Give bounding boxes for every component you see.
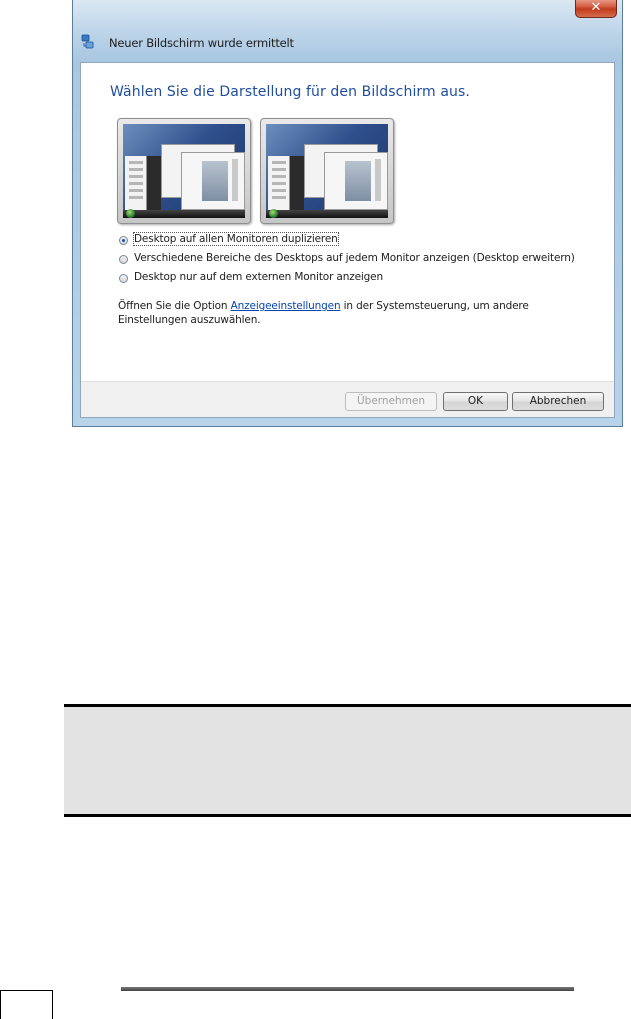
dialog-content: Wählen Sie die Darstellung für den Bilds… [80,62,615,418]
monitor-screen [266,124,388,218]
radio-label[interactable]: Desktop auf allen Monitoren duplizieren [133,232,339,246]
apply-button[interactable]: Übernehmen [345,392,437,411]
window-thumbnail [324,152,388,210]
preview-pane [202,161,228,201]
duplicate-monitor-preview[interactable] [117,118,251,224]
start-menu-thumbnail [125,156,161,210]
radio-button[interactable] [119,274,128,283]
preview-pane [345,161,371,201]
taskbar [266,210,388,218]
monitor-screen [123,124,245,218]
start-menu-thumbnail [268,156,304,210]
window-thumbnail [181,152,245,210]
display-settings-icon [81,34,94,49]
cancel-button[interactable]: Abbrechen [512,392,604,411]
second-monitor-preview[interactable] [260,118,394,224]
page-number-box [0,990,53,1019]
ok-button[interactable]: OK [443,392,508,411]
radio-label[interactable]: Verschiedene Bereiche des Desktops auf j… [134,252,575,264]
start-orb-icon [126,209,135,218]
close-button[interactable]: ✕ [575,0,617,18]
dialog-heading: Wählen Sie die Darstellung für den Bilds… [110,84,470,100]
radio-button-checked[interactable] [119,236,128,245]
taskbar [123,210,245,218]
note-box [64,704,631,817]
start-orb-icon [269,209,278,218]
preview-scrollbar [232,159,238,201]
dialog-window: ✕ Neuer Bildschirm wurde ermittelt Wähle… [72,0,623,427]
info-prefix: Öffnen Sie die Option [118,300,231,312]
button-bar: Übernehmen OK Abbrechen [81,381,614,417]
window-title: Neuer Bildschirm wurde ermittelt [109,36,294,50]
preview-scrollbar [375,159,381,201]
info-text: Öffnen Sie die Option Anzeigeeinstellung… [118,299,588,327]
radio-label[interactable]: Desktop nur auf dem externen Monitor anz… [134,271,383,283]
footer-rule [121,987,574,991]
radio-button[interactable] [119,255,128,264]
display-settings-link[interactable]: Anzeigeeinstellungen [231,300,341,312]
